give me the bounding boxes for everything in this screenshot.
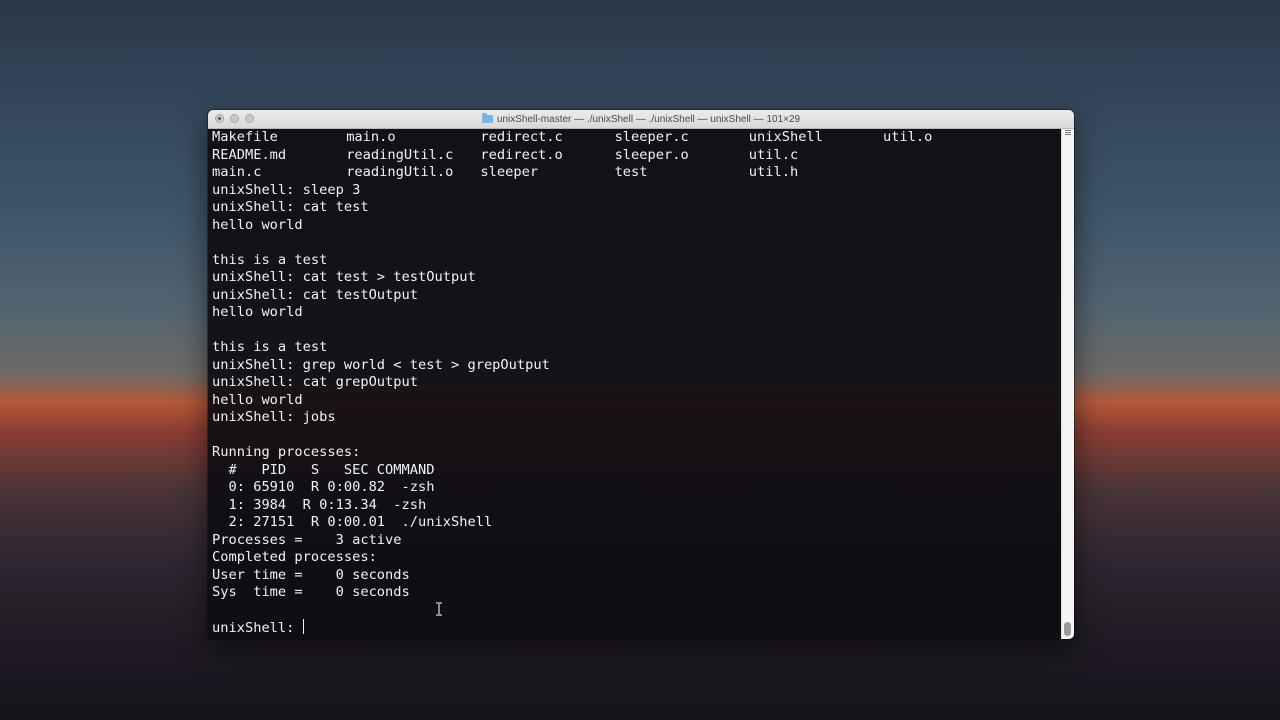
ls-listing: Makefile main.o redirect.c sleeper.c unixShe…: [212, 129, 1062, 182]
ls-row: README.md readingUtil.c redirect.o sleeper.…: [212, 147, 1062, 165]
ls-row: main.c readingUtil.o sleeper test util.h: [212, 164, 1062, 182]
terminal-line: unixShell: sleep 3: [212, 181, 361, 198]
terminal-line: hello world: [212, 304, 303, 320]
window-title: unixShell-master — ./unixShell — ./unixS…: [496, 113, 801, 125]
terminal-line: hello world: [212, 216, 303, 233]
ls-entry: readingUtil.c: [346, 146, 454, 163]
terminal-line: Sys time = 0 seconds: [212, 584, 410, 600]
terminal-line: unixShell: cat grepOutput: [212, 374, 419, 390]
title-group: unixShell-master — ./unixShell — ./unixS…: [481, 113, 801, 125]
ls-entry: redirect.c: [480, 129, 563, 145]
title-bar[interactable]: unixShell-master — ./unixShell — ./unixS…: [208, 110, 1074, 129]
terminal-output[interactable]: Makefile main.o redirect.c sleeper.c unixShe…: [212, 129, 1062, 639]
terminal-window[interactable]: unixShell-master — ./unixShell — ./unixS…: [208, 110, 1074, 639]
terminal-line: Running processes:: [212, 444, 361, 460]
terminal-line: unixShell: jobs: [212, 409, 336, 425]
text-cursor: [302, 619, 304, 634]
ls-entry: README.md: [212, 146, 287, 163]
ls-entry: util.c: [748, 146, 799, 163]
terminal-line: unixShell: cat test: [212, 199, 369, 215]
terminal-line: Processes = 3 active: [212, 531, 402, 548]
ls-entry: [883, 164, 1017, 182]
ls-entry: redirect.o: [480, 146, 563, 163]
ls-entry: sleeper.o: [614, 146, 689, 163]
ls-entry: sleeper: [480, 164, 539, 180]
ls-entry: [883, 147, 1017, 165]
close-button[interactable]: [215, 114, 224, 123]
terminal-line: this is a test: [212, 339, 328, 355]
ls-row: Makefile main.o redirect.c sleeper.c unixShe…: [212, 129, 1062, 147]
terminal-line: unixShell: grep world < test > grepOutpu…: [212, 356, 550, 373]
terminal-line: unixShell: cat testOutput: [212, 286, 419, 303]
scrollbar-thumb[interactable]: [1064, 622, 1071, 636]
terminal-line: # PID S SEC COMMAND: [212, 461, 435, 478]
terminal-line: hello world: [212, 391, 303, 408]
ls-entry: readingUtil.o: [346, 164, 454, 180]
terminal-lines: unixShell: sleep 3 unixShell: cat test hel…: [212, 182, 1062, 620]
window-controls: [215, 114, 254, 123]
folder-icon: [481, 113, 493, 123]
zoom-button[interactable]: [245, 114, 254, 123]
ls-entry: Makefile: [212, 129, 278, 145]
terminal-line: Completed processes:: [212, 549, 377, 565]
vertical-scrollbar[interactable]: [1061, 129, 1074, 639]
ls-entry: test: [614, 164, 648, 180]
terminal-line: 2: 27151 R 0:00.01 ./unixShell: [212, 514, 493, 530]
prompt-line[interactable]: unixShell:: [212, 619, 1062, 637]
prompt-text: unixShell:: [212, 620, 303, 636]
terminal-line: 1: 3984 R 0:13.34 -zsh: [212, 496, 427, 513]
terminal-line: unixShell: cat test > testOutput: [212, 269, 476, 285]
terminal-line: User time = 0 seconds: [212, 566, 410, 583]
ls-entry: sleeper.c: [614, 129, 689, 145]
ls-entry: util.h: [748, 164, 799, 180]
ls-entry: main.c: [212, 164, 262, 180]
ls-entry: main.o: [346, 129, 396, 145]
terminal-line: 0: 65910 R 0:00.82 -zsh: [212, 479, 435, 495]
minimize-button[interactable]: [230, 114, 239, 123]
ls-entry: util.o: [882, 129, 933, 145]
ls-entry: unixShell: [748, 129, 823, 145]
ibeam-cursor-icon: [436, 602, 442, 616]
split-pane-icon[interactable]: [1065, 130, 1071, 136]
terminal-line: this is a test: [212, 251, 328, 268]
